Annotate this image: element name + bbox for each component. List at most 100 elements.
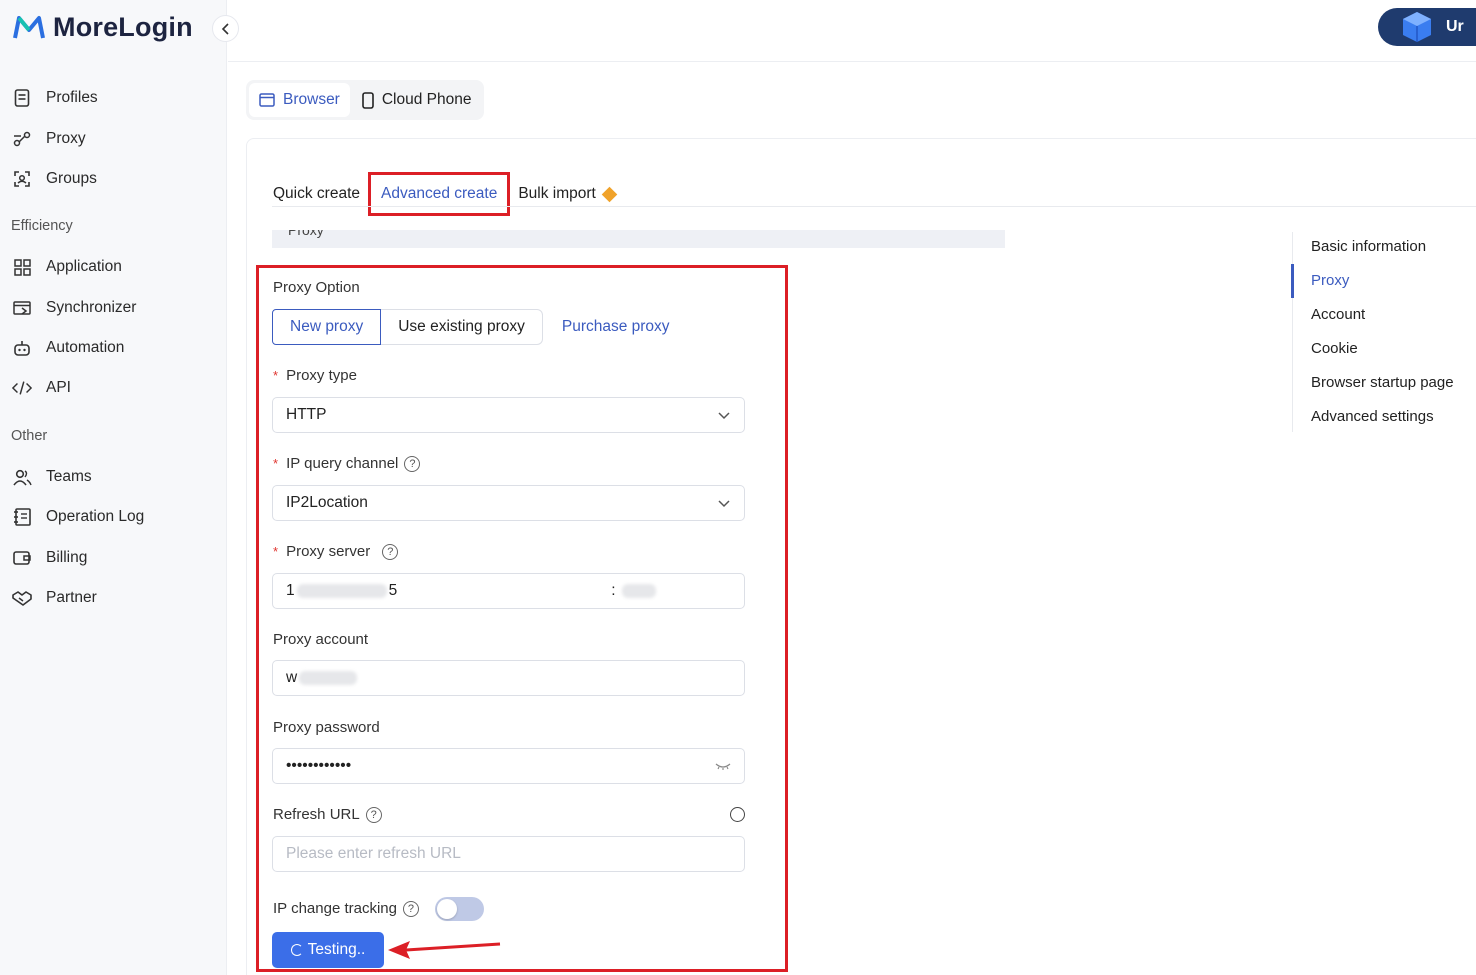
sidebar-item-groups[interactable]: Groups — [12, 165, 97, 193]
label-text: Refresh URL — [273, 806, 360, 823]
proxy-server-label: * Proxy server ? — [273, 543, 399, 560]
label-text: Proxy Option — [273, 279, 360, 296]
tab-quick-create[interactable]: Quick create — [273, 179, 368, 209]
proxy-option-segmented: New proxy Use existing proxy Purchase pr… — [272, 309, 670, 345]
ip-change-tracking-toggle[interactable] — [435, 897, 484, 921]
redacted-host — [296, 584, 387, 598]
device-tabs: Browser Cloud Phone — [246, 80, 485, 120]
sidebar-item-billing[interactable]: Billing — [12, 544, 87, 572]
users-icon — [12, 467, 32, 487]
sidebar-item-label: Billing — [46, 549, 88, 566]
sidebar-item-label: API — [46, 379, 71, 396]
help-icon[interactable]: ? — [404, 455, 421, 472]
refresh-url-label: Refresh URL ? — [273, 806, 382, 823]
anchor-browser-startup-page[interactable]: Browser startup page — [1311, 374, 1454, 391]
ip-query-channel-select[interactable]: IP2Location — [272, 485, 745, 521]
sidebar-section-other: Other — [11, 428, 48, 444]
cube-icon — [1403, 12, 1431, 42]
sidebar-item-automation[interactable]: Automation — [12, 334, 124, 362]
sidebar-item-label: Partner — [46, 589, 97, 606]
sidebar-item-teams[interactable]: Teams — [12, 463, 92, 491]
required-mark: * — [273, 544, 279, 559]
proxy-option-label: Proxy Option — [273, 279, 360, 296]
testing-button[interactable]: Testing.. — [272, 932, 384, 968]
app-window: MoreLogin Profiles Proxy Groups Efficien… — [0, 0, 1476, 975]
sidebar-item-profiles[interactable]: Profiles — [12, 84, 98, 112]
sidebar-item-label: Groups — [46, 170, 97, 187]
premium-diamond-icon — [601, 186, 618, 202]
sidebar-item-label: Proxy — [46, 130, 86, 147]
new-proxy-button[interactable]: New proxy — [272, 309, 382, 345]
help-icon[interactable]: ? — [382, 543, 399, 560]
redacted-port — [621, 584, 656, 598]
robot-icon — [12, 338, 32, 358]
use-existing-proxy-button[interactable]: Use existing proxy — [381, 309, 543, 345]
sidebar-item-application[interactable]: Application — [12, 253, 122, 281]
sidebar-collapse-button[interactable] — [212, 15, 239, 42]
red-arrow-annotation — [388, 941, 501, 959]
brand-name: MoreLogin — [53, 12, 193, 42]
proxy-type-label: * Proxy type — [273, 367, 357, 384]
sidebar-item-proxy[interactable]: Proxy — [12, 125, 86, 153]
groups-icon — [12, 169, 32, 189]
toggle-knob — [437, 899, 457, 919]
tab-label: Browser — [283, 91, 340, 108]
refresh-url-input[interactable]: Please enter refresh URL — [272, 836, 745, 872]
tab-cloud-phone[interactable]: Cloud Phone — [352, 83, 482, 117]
eye-closed-icon[interactable] — [715, 761, 731, 771]
label-text: Proxy account — [273, 631, 369, 648]
brand-logo[interactable]: MoreLogin — [13, 12, 193, 43]
password-value: •••••••••••• — [286, 757, 352, 774]
anchor-basic-information[interactable]: Basic information — [1311, 238, 1426, 255]
promo-banner[interactable]: Ur — [1378, 8, 1476, 46]
required-mark: * — [273, 456, 279, 471]
refresh-url-radio[interactable] — [730, 807, 745, 822]
anchor-cookie[interactable]: Cookie — [1311, 340, 1358, 357]
proxy-server-input[interactable]: 1 5 : — [272, 573, 745, 609]
sidebar-item-partner[interactable]: Partner — [12, 584, 97, 612]
required-mark: * — [273, 368, 279, 383]
purchase-proxy-link[interactable]: Purchase proxy — [543, 309, 670, 345]
tab-advanced-create[interactable]: Advanced create — [368, 172, 511, 216]
select-value: IP2Location — [286, 494, 368, 511]
sidebar-item-label: Automation — [46, 339, 125, 356]
sidebar-item-api[interactable]: API — [12, 374, 71, 402]
proxy-type-select[interactable]: HTTP — [272, 397, 745, 433]
anchor-advanced-settings[interactable]: Advanced settings — [1311, 408, 1434, 425]
sidebar-item-synchronizer[interactable]: Synchronizer — [12, 294, 136, 322]
tabs-divider — [272, 206, 1476, 207]
proxy-host-prefix: 1 — [286, 582, 295, 599]
label-text: IP change tracking — [273, 900, 397, 917]
grid-icon — [12, 257, 32, 277]
label-text: Proxy type — [286, 367, 357, 384]
anchor-proxy[interactable]: Proxy — [1311, 272, 1349, 289]
code-icon — [12, 378, 32, 398]
help-icon[interactable]: ? — [365, 806, 382, 823]
port-separator: : — [611, 582, 616, 599]
section-header-proxy: Proxy — [272, 230, 1005, 248]
label-text: IP query channel — [286, 455, 399, 472]
document-icon — [12, 88, 32, 108]
browser-icon — [259, 93, 275, 107]
log-icon — [12, 507, 32, 527]
sidebar-item-operation-log[interactable]: Operation Log — [12, 503, 144, 531]
proxy-host-suffix: 5 — [388, 582, 398, 599]
proxy-icon — [12, 129, 32, 149]
help-icon[interactable]: ? — [402, 900, 419, 917]
tab-browser[interactable]: Browser — [249, 83, 350, 117]
loading-spinner-icon — [290, 944, 303, 956]
proxy-password-label: Proxy password — [273, 719, 380, 736]
sidebar-item-label: Profiles — [46, 89, 98, 106]
label-text: Proxy password — [273, 719, 380, 736]
proxy-password-input[interactable]: •••••••••••• — [272, 748, 745, 784]
sidebar-item-label: Operation Log — [46, 508, 145, 525]
promo-text: Ur — [1446, 18, 1464, 35]
tab-bulk-import[interactable]: Bulk import — [510, 179, 623, 209]
anchor-account[interactable]: Account — [1311, 306, 1365, 323]
sidebar-section-efficiency: Efficiency — [11, 218, 73, 234]
redacted-account — [299, 671, 358, 685]
label-text: Proxy server — [286, 543, 371, 560]
proxy-account-input[interactable]: w — [272, 660, 745, 696]
anchor-nav-indicator — [1291, 264, 1294, 298]
section-title: Proxy — [288, 230, 324, 238]
